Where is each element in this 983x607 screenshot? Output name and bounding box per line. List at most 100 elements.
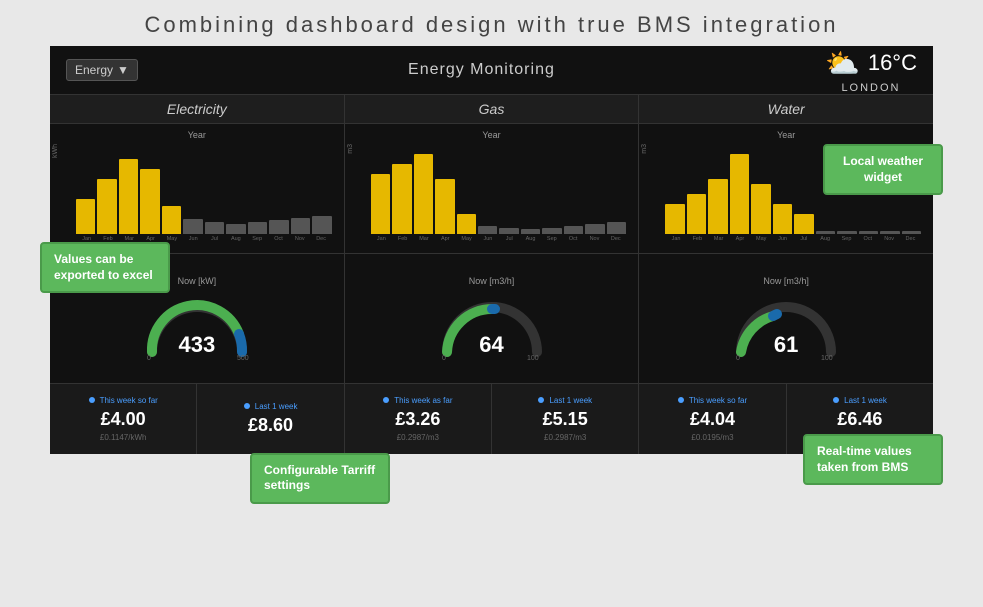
- bar-group: [880, 231, 899, 234]
- sections-wrapper: Values can be exported to excel Local we…: [50, 94, 933, 454]
- dot-icon: [538, 397, 544, 403]
- svg-text:0: 0: [147, 355, 151, 362]
- electricity-stat-2-value: £8.60: [248, 415, 293, 436]
- bar-group: [859, 231, 878, 234]
- gas-bars: [353, 144, 631, 234]
- bar-group: [478, 226, 497, 234]
- electricity-stat-2-label: Last 1 week: [244, 402, 298, 411]
- gas-stat-1-rate: £0.2987/m3: [397, 433, 439, 442]
- electricity-stats: This week so far £4.00 £0.1147/kWh Last …: [50, 384, 344, 454]
- water-gauge-value: 61: [774, 332, 798, 358]
- electricity-stat-2: Last 1 week £8.60: [197, 384, 343, 454]
- dot-icon: [244, 403, 250, 409]
- bar-group: [457, 214, 476, 234]
- bar-group: [499, 228, 518, 234]
- bar-group: [312, 216, 331, 234]
- water-chart-title: Year: [647, 130, 925, 140]
- energy-dropdown[interactable]: Energy ▼: [66, 59, 138, 81]
- bar-group: [837, 231, 856, 234]
- bar-group: [76, 199, 95, 234]
- bar-group: [162, 206, 181, 234]
- gas-stat-2: Last 1 week £5.15 £0.2987/m3: [492, 384, 638, 454]
- dot-icon: [383, 397, 389, 403]
- bar-group: [607, 222, 626, 234]
- electricity-stat-1-value: £4.00: [101, 409, 146, 430]
- bar-group: [902, 231, 921, 234]
- svg-text:0: 0: [442, 355, 446, 362]
- water-stat-1-label: This week so far: [678, 396, 747, 405]
- weather-city: LONDON: [841, 82, 900, 94]
- bar-group: [687, 194, 706, 234]
- bar-group: [414, 154, 433, 234]
- water-stat-1: This week so far £4.04 £0.0195/m3: [639, 384, 786, 454]
- bar-group: [392, 164, 411, 234]
- gas-chart: Year m3: [345, 124, 639, 254]
- callout-weather: Local weather widget: [823, 144, 943, 195]
- bar-group: [140, 169, 159, 234]
- top-bar: Energy ▼ Energy Monitoring ⛅ 16°C LONDON: [50, 46, 933, 94]
- dashboard-title: Energy Monitoring: [408, 61, 555, 79]
- sections-row: Electricity Year kWh: [50, 94, 933, 454]
- svg-text:100: 100: [527, 355, 539, 362]
- bar-group: [773, 204, 792, 234]
- bar-group: [97, 179, 116, 234]
- gas-gauge-section: Now [m3/h] 0 100 64: [345, 254, 639, 384]
- energy-label: Energy: [75, 63, 113, 77]
- bar-group: [564, 226, 583, 234]
- svg-text:100: 100: [821, 355, 833, 362]
- gas-stat-2-value: £5.15: [543, 409, 588, 430]
- electricity-bars: [58, 144, 336, 234]
- bar-group: [435, 179, 454, 234]
- gas-section: Gas Year m3: [345, 95, 640, 454]
- svg-text:500: 500: [237, 355, 249, 362]
- bar-group: [269, 220, 288, 234]
- gas-stat-1: This week as far £3.26 £0.2987/m3: [345, 384, 492, 454]
- svg-text:0: 0: [736, 355, 740, 362]
- water-stat-1-value: £4.04: [690, 409, 735, 430]
- bar-group: [183, 219, 202, 234]
- page-title: Combining dashboard design with true BMS…: [0, 0, 983, 46]
- electricity-gauge-title: Now [kW]: [178, 276, 217, 286]
- bar-group: [751, 184, 770, 234]
- electricity-stat-1: This week so far £4.00 £0.1147/kWh: [50, 384, 197, 454]
- water-stat-2-label: Last 1 week: [833, 396, 887, 405]
- water-stat-1-rate: £0.0195/m3: [691, 433, 733, 442]
- electricity-stat-1-rate: £0.1147/kWh: [100, 433, 147, 442]
- weather-widget: ⛅ 16°C LONDON: [825, 47, 917, 94]
- bar-group: [205, 222, 224, 234]
- bar-group: [665, 204, 684, 234]
- bar-group: [816, 231, 835, 234]
- weather-icon: ⛅: [825, 47, 860, 80]
- bar-group: [585, 224, 604, 234]
- gas-stat-2-rate: £0.2987/m3: [544, 433, 586, 442]
- dropdown-arrow: ▼: [117, 63, 129, 77]
- dot-icon: [833, 397, 839, 403]
- electricity-y-label: kWh: [52, 144, 59, 158]
- callout-bms: Real-time values taken from BMS: [803, 434, 943, 485]
- callout-tariff: Configurable Tarriff settings: [250, 453, 390, 504]
- gas-y-label: m3: [347, 144, 354, 154]
- bar-group: [248, 222, 267, 234]
- electricity-stat-1-label: This week so far: [89, 396, 158, 405]
- dashboard: Energy ▼ Energy Monitoring ⛅ 16°C LONDON…: [50, 46, 933, 454]
- bar-group: [291, 218, 310, 234]
- gas-stats: This week as far £3.26 £0.2987/m3 Last 1…: [345, 384, 639, 454]
- electricity-header: Electricity: [50, 95, 344, 124]
- water-gauge-title: Now [m3/h]: [763, 276, 809, 286]
- bar-group: [794, 214, 813, 234]
- gas-stat-2-label: Last 1 week: [538, 396, 592, 405]
- electricity-gauge-value: 433: [178, 332, 215, 358]
- water-gauge-section: Now [m3/h] 0 100 61: [639, 254, 933, 384]
- gas-stat-1-value: £3.26: [395, 409, 440, 430]
- dot-icon: [89, 397, 95, 403]
- bar-group: [119, 159, 138, 234]
- bar-group: [226, 224, 245, 234]
- bar-group: [521, 229, 540, 234]
- gas-gauge-value: 64: [479, 332, 503, 358]
- gas-stat-1-label: This week as far: [383, 396, 452, 405]
- gas-x-labels: Jan Feb Mar Apr May Jun Jul Aug Sep Oct …: [353, 236, 631, 242]
- gas-header: Gas: [345, 95, 639, 124]
- bar-group: [730, 154, 749, 234]
- water-x-labels: Jan Feb Mar Apr May Jun Jul Aug Sep Oct …: [647, 236, 925, 242]
- water-y-label: m3: [641, 144, 648, 154]
